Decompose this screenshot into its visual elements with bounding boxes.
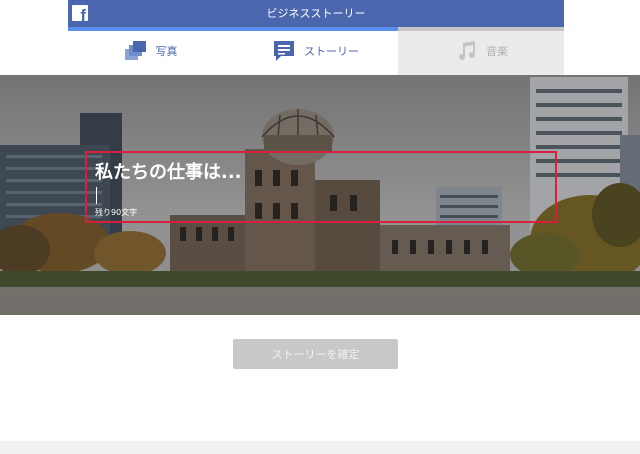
tab-photos-label: 写真	[155, 45, 178, 58]
tab-music-label: 音楽	[486, 45, 508, 58]
tab-photos-indicator	[68, 27, 233, 31]
tab-story-label: ストーリー	[304, 45, 359, 58]
music-icon	[459, 41, 476, 61]
business-story-page: f ビジネスストーリー 写真 ストーリー 音楽 私たちの仕事は... 残り90文…	[0, 0, 640, 454]
text-cursor	[96, 187, 97, 204]
page-title: ビジネスストーリー	[266, 7, 366, 20]
tab-story-indicator	[233, 27, 398, 31]
story-headline-text[interactable]: 私たちの仕事は...	[95, 162, 242, 184]
photos-icon	[124, 41, 146, 60]
tab-music[interactable]: 音楽	[398, 27, 564, 75]
confirm-story-button[interactable]: ストーリーを確定	[233, 339, 398, 369]
tab-music-indicator	[398, 27, 564, 31]
tab-photos[interactable]: 写真	[68, 27, 233, 75]
tab-story[interactable]: ストーリー	[233, 27, 398, 75]
top-bar: f ビジネスストーリー	[68, 0, 564, 27]
remaining-characters: 残り90文字	[95, 208, 138, 217]
story-text-editor[interactable]: 私たちの仕事は... 残り90文字	[85, 151, 557, 223]
story-icon	[274, 41, 294, 61]
footer-strip	[0, 441, 640, 454]
tab-bar: 写真 ストーリー 音楽	[68, 27, 564, 75]
